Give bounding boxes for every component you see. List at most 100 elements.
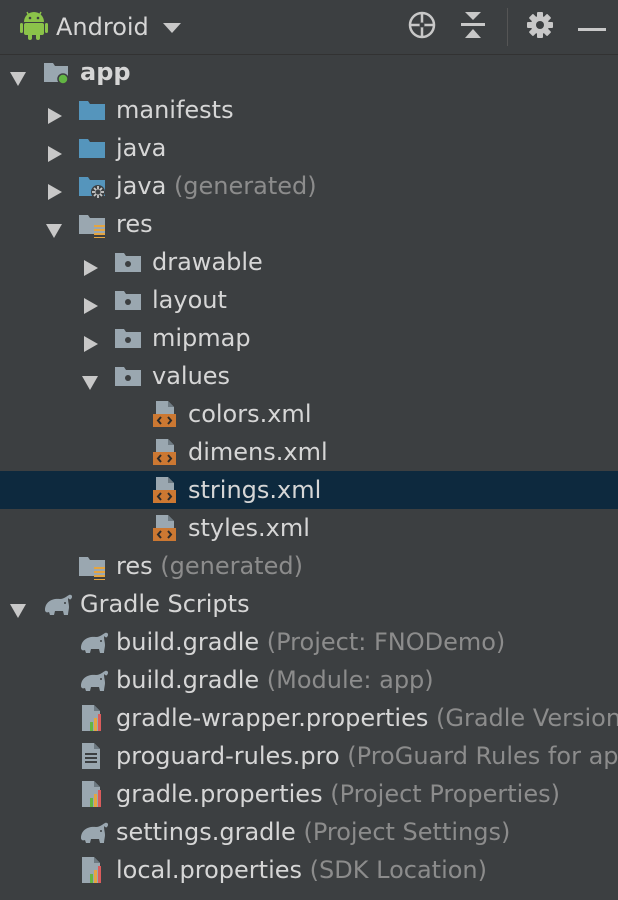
properties-file-icon (78, 780, 106, 808)
tree-row[interactable]: colors.xml (0, 395, 618, 433)
gradle-elephant-icon (78, 628, 109, 656)
tree-row[interactable]: manifests (0, 91, 618, 129)
tree-row-label: gradle-wrapper.properties (Gradle Versio… (116, 699, 618, 737)
hide-button[interactable] (574, 9, 610, 45)
tree-row-label: manifests (116, 91, 234, 129)
folder-icon (78, 96, 106, 124)
tree-row-name: java (116, 134, 167, 162)
tree-row[interactable]: styles.xml (0, 509, 618, 547)
tree-row-name: styles.xml (188, 514, 310, 542)
locate-button[interactable] (404, 9, 440, 45)
tree-row-name: mipmap (152, 324, 251, 352)
collapsed-arrow-icon[interactable] (46, 102, 62, 124)
properties-file-icon (78, 856, 106, 884)
tree-row[interactable]: app (0, 53, 618, 91)
tree-row-name: layout (152, 286, 227, 314)
collapsed-arrow-icon[interactable] (46, 178, 62, 200)
view-selector[interactable]: Android (20, 9, 181, 45)
generated-folder-icon (78, 172, 106, 200)
expanded-arrow-icon[interactable] (82, 368, 98, 390)
tree-row[interactable]: values (0, 357, 618, 395)
tree-row-label: java (generated) (116, 167, 317, 205)
module-folder-icon (42, 58, 70, 86)
tree-row-label: values (152, 357, 230, 395)
collapsed-arrow-icon[interactable] (82, 254, 98, 276)
tree-row[interactable]: local.properties (SDK Location) (0, 851, 618, 889)
tree-row[interactable]: mipmap (0, 319, 618, 357)
tree-row[interactable]: java (0, 129, 618, 167)
collapsed-arrow-icon[interactable] (82, 292, 98, 314)
settings-button[interactable] (522, 9, 558, 45)
tree-row-name: values (152, 362, 231, 390)
tree-row-name: proguard-rules.pro (116, 742, 340, 770)
tree-row[interactable]: res (generated) (0, 547, 618, 585)
tree-row-annotation: (Project: FNODemo) (266, 628, 506, 656)
tree-row[interactable]: res (0, 205, 618, 243)
package-folder-icon (114, 362, 142, 390)
tree-row-annotation: (Project Properties) (330, 780, 560, 808)
tree-row-name: settings.gradle (116, 818, 296, 846)
tree-row[interactable]: settings.gradle (Project Settings) (0, 813, 618, 851)
tree-row-label: colors.xml (188, 395, 311, 433)
tree-row-label: res (116, 205, 153, 243)
package-folder-icon (114, 286, 142, 314)
tree-row-label: layout (152, 281, 227, 319)
tree-row-name: manifests (116, 96, 234, 124)
tree-row-label: local.properties (SDK Location) (116, 851, 487, 889)
tree-row-label: build.gradle (Module: app) (116, 661, 434, 699)
tree-row-label: gradle.properties (Project Properties) (116, 775, 560, 813)
text-file-icon (78, 742, 106, 770)
package-folder-icon (114, 324, 142, 352)
tree-row[interactable]: Gradle Scripts (0, 585, 618, 623)
tree-row-label: dimens.xml (188, 433, 328, 471)
tree-row-name: gradle.properties (116, 780, 323, 808)
gradle-elephant-icon (42, 590, 73, 618)
tree-row[interactable]: proguard-rules.pro (ProGuard Rules for a… (0, 737, 618, 775)
tree-row-label: Gradle Scripts (80, 585, 250, 623)
tree-row-name: gradle-wrapper.properties (116, 704, 429, 732)
tree-row-annotation: (generated) (160, 552, 303, 580)
tree-row[interactable]: gradle-wrapper.properties (Gradle Versio… (0, 699, 618, 737)
package-folder-icon (114, 248, 142, 276)
tree-row-name: build.gradle (116, 666, 260, 694)
tree-row-name: strings.xml (188, 476, 322, 504)
tree-row[interactable]: gradle.properties (Project Properties) (0, 775, 618, 813)
expanded-arrow-icon[interactable] (46, 216, 62, 238)
chevron-down-icon (162, 18, 181, 37)
tree-row[interactable]: build.gradle (Module: app) (0, 661, 618, 699)
tree-row-annotation: (Gradle Version) (435, 704, 618, 732)
tree-row[interactable]: java (generated) (0, 167, 618, 205)
tree-row-label: settings.gradle (Project Settings) (116, 813, 510, 851)
collapse-all-button[interactable] (455, 9, 491, 45)
tree-row-annotation: (Project Settings) (303, 818, 511, 846)
tree-row[interactable]: strings.xml (0, 471, 618, 509)
expanded-arrow-icon[interactable] (10, 596, 26, 618)
tree-row[interactable]: drawable (0, 243, 618, 281)
collapsed-arrow-icon[interactable] (46, 140, 62, 162)
tree-row-name: colors.xml (188, 400, 312, 428)
tree-row-label: proguard-rules.pro (ProGuard Rules for a… (116, 737, 618, 775)
collapsed-arrow-icon[interactable] (82, 330, 98, 352)
tree-row[interactable]: layout (0, 281, 618, 319)
folder-icon (78, 134, 106, 162)
view-selector-label: Android (56, 13, 149, 41)
tree-row-name: Gradle Scripts (80, 590, 250, 618)
tree-row-label: app (80, 53, 131, 91)
tree-row[interactable]: build.gradle (Project: FNODemo) (0, 623, 618, 661)
properties-file-icon (78, 704, 106, 732)
gradle-elephant-icon (78, 666, 109, 694)
tree-row-name: local.properties (116, 856, 303, 884)
tree-row-name: res (116, 210, 153, 238)
tree-row-name: res (116, 552, 153, 580)
tree-row-annotation: (ProGuard Rules for app) (347, 742, 618, 770)
xml-file-icon (150, 514, 178, 542)
tree-row-label: mipmap (152, 319, 251, 357)
tree-row-annotation: (SDK Location) (309, 856, 487, 884)
expanded-arrow-icon[interactable] (10, 64, 26, 86)
tree-row-name: java (116, 172, 167, 200)
tree-row[interactable]: dimens.xml (0, 433, 618, 471)
resource-folder-icon (78, 552, 106, 580)
xml-file-icon (150, 438, 178, 466)
tree-row-annotation: (generated) (173, 172, 317, 200)
gear-icon (526, 11, 554, 43)
